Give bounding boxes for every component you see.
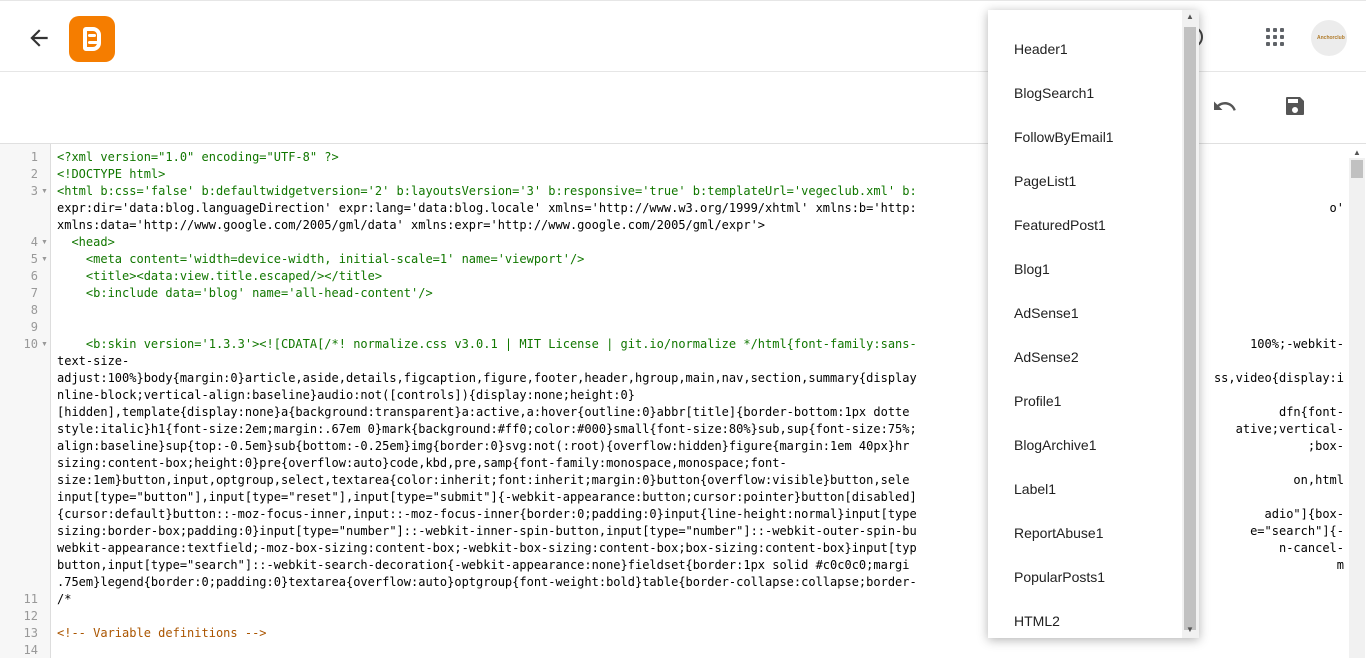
widget-menu-item[interactable]: PageList1 [1014, 159, 1184, 203]
fold-arrow-icon[interactable]: ▼ [41, 183, 48, 200]
widget-menu-item[interactable]: BlogArchive1 [1014, 423, 1184, 467]
widget-menu-item[interactable]: BlogSearch1 [1014, 71, 1184, 115]
scroll-down-icon[interactable]: ▼ [1186, 625, 1194, 634]
menu-scrollbar[interactable]: ▲ ▼ [1182, 10, 1199, 638]
fold-arrow-icon[interactable]: ▼ [41, 336, 48, 353]
line-number: 12 [23, 609, 38, 623]
line-number: 5 [30, 252, 38, 266]
code-line-fragment[interactable]: on,html [1293, 472, 1344, 489]
undo-icon[interactable] [1213, 96, 1239, 118]
fold-arrow-icon[interactable]: ▼ [41, 251, 48, 268]
line-number: 6 [30, 269, 38, 283]
line-number: 2 [30, 167, 38, 181]
widget-menu-item[interactable]: AdSense2 [1014, 335, 1184, 379]
widget-menu-item[interactable]: Header1 [1014, 27, 1184, 71]
code-line-fragment[interactable]: o' [1329, 200, 1344, 217]
line-number: 10 [23, 337, 38, 351]
widget-menu-item[interactable]: HTML2 [1014, 599, 1184, 638]
line-number: 1 [30, 150, 38, 164]
blogger-logo[interactable] [69, 16, 115, 62]
widget-menu-item[interactable]: PopularPosts1 [1014, 555, 1184, 599]
apps-grid-icon[interactable] [1266, 28, 1286, 48]
widget-jump-menu[interactable]: Header1 BlogSearch1 FollowByEmail1 PageList… [988, 10, 1199, 638]
code-line-fragment[interactable]: dfn{font- [1278, 404, 1344, 421]
line-number: 13 [23, 626, 38, 640]
code-line-fragment[interactable]: 100%;-webkit- [1250, 336, 1344, 353]
widget-menu-item[interactable]: Label1 [1014, 467, 1184, 511]
line-number: 3 [30, 184, 38, 198]
editor-scrollbar[interactable]: ▲ [1349, 148, 1365, 658]
code-line-fragment[interactable]: m [1336, 557, 1344, 574]
widget-menu-item[interactable]: Blog1 [1014, 247, 1184, 291]
code-line[interactable] [57, 642, 1347, 658]
line-number: 4 [30, 235, 38, 249]
avatar[interactable]: Anchorclub [1311, 20, 1347, 56]
code-line-fragment[interactable]: adio"]{box- [1264, 506, 1344, 523]
line-number-gutter [0, 144, 51, 658]
widget-menu-item[interactable]: FollowByEmail1 [1014, 115, 1184, 159]
menu-scroll-thumb[interactable] [1184, 27, 1196, 630]
code-line-fragment[interactable]: ative;vertical- [1235, 421, 1344, 438]
code-line-fragment[interactable]: ;box- [1307, 438, 1344, 455]
widget-menu-item[interactable]: FeaturedPost1 [1014, 203, 1184, 247]
line-number: 7 [30, 286, 38, 300]
avatar-text: Anchorclub [1317, 35, 1345, 41]
arrow-back-icon[interactable] [26, 25, 52, 51]
save-icon[interactable] [1284, 95, 1306, 117]
line-number: 8 [30, 303, 38, 317]
widget-menu-item[interactable]: Profile1 [1014, 379, 1184, 423]
fold-arrow-icon[interactable]: ▼ [41, 234, 48, 251]
widget-menu-item[interactable]: ReportAbuse1 [1014, 511, 1184, 555]
scroll-thumb[interactable] [1351, 160, 1363, 178]
scroll-up-icon[interactable]: ▲ [1186, 12, 1194, 21]
code-line-fragment[interactable]: e="search"]{- [1250, 523, 1344, 540]
line-number: 9 [30, 320, 38, 334]
line-number: 14 [23, 643, 38, 657]
line-number: 11 [23, 592, 38, 606]
code-line-fragment[interactable]: ss,video{display:i [1213, 370, 1344, 387]
widget-menu-item[interactable]: AdSense1 [1014, 291, 1184, 335]
scroll-up-icon[interactable]: ▲ [1353, 148, 1361, 157]
code-line-fragment[interactable]: n-cancel- [1278, 540, 1344, 557]
